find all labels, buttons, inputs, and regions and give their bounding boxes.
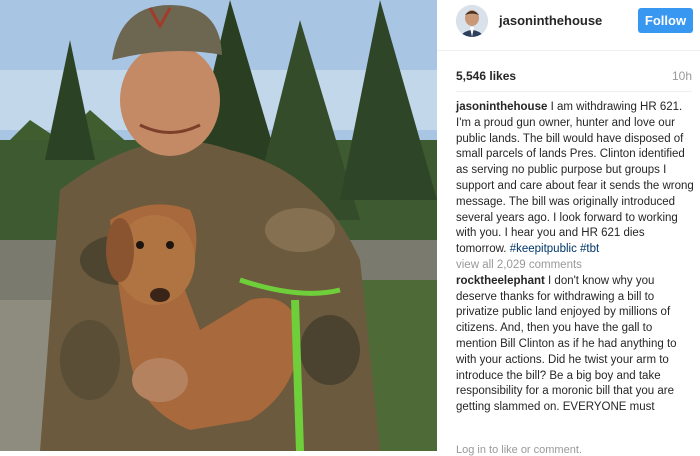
avatar-icon [456,5,488,37]
post-username[interactable]: jasoninthehouse [499,13,602,28]
divider [456,91,692,92]
user-avatar[interactable] [456,5,488,37]
post-sidebar: jasoninthehouse Follow 5,546 likes 10h j… [437,0,700,456]
post-header: jasoninthehouse Follow [437,0,700,51]
comment-username[interactable]: rocktheelephant [456,275,545,287]
caption-username[interactable]: jasoninthehouse [456,101,547,113]
likes-count[interactable]: 5,546 likes [456,69,516,83]
post-photo[interactable] [0,0,437,451]
login-hint[interactable]: Log in to like or comment. [456,444,582,456]
caption-hashtags[interactable]: #keepitpublic #tbt [510,243,600,255]
post-stats: 5,546 likes 10h [456,69,692,83]
comment-item: rocktheelephant I don't know why you des… [456,274,696,416]
follow-button[interactable]: Follow [638,8,693,33]
comment-text: I don't know why you deserve thanks for … [456,274,677,414]
comments-list: jasoninthehouse I am withdrawing HR 621.… [456,100,696,416]
caption: jasoninthehouse I am withdrawing HR 621.… [456,100,696,258]
caption-text: I am withdrawing HR 621. I'm a proud gun… [456,101,694,256]
post-time[interactable]: 10h [672,69,692,83]
view-all-comments-link[interactable]: view all 2,029 comments [456,258,696,274]
photo-illustration [0,0,437,451]
